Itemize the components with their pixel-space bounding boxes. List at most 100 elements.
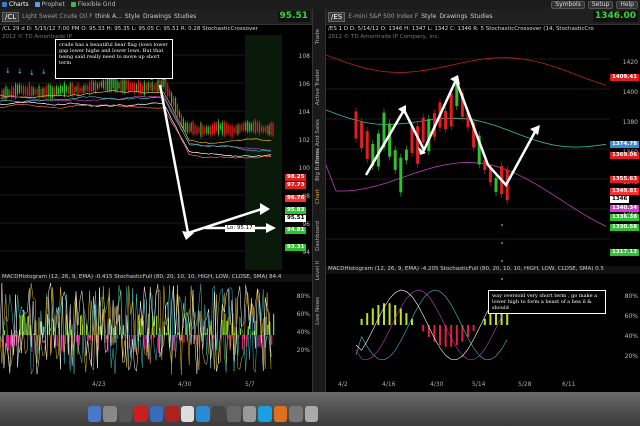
candle xyxy=(135,84,138,91)
candle xyxy=(360,121,364,149)
trash-icon[interactable] xyxy=(304,406,319,422)
side-tab-chart[interactable]: Chart xyxy=(315,189,321,204)
candle xyxy=(77,83,79,97)
histogram-bar xyxy=(33,333,35,335)
app-icon[interactable] xyxy=(180,406,195,422)
candle xyxy=(128,80,130,92)
candle xyxy=(237,125,239,135)
help-button[interactable]: Help xyxy=(616,0,638,9)
side-tab-bar: Trade Active Trader Times And Sales Big … xyxy=(312,9,326,392)
app-icon[interactable] xyxy=(211,406,226,422)
app-icon[interactable] xyxy=(149,406,164,422)
axis-tick: 100 xyxy=(298,165,310,172)
histogram-bar xyxy=(239,328,242,335)
drawings-menu[interactable]: Drawings xyxy=(439,13,467,20)
candle xyxy=(100,82,103,87)
candle xyxy=(93,82,95,90)
firefox-icon[interactable] xyxy=(273,406,288,422)
osc-tick: 40% xyxy=(624,333,638,340)
side-tab-level-ii[interactable]: Level II xyxy=(315,261,321,281)
symbol-input[interactable]: /CL xyxy=(2,11,20,22)
histogram-bar xyxy=(122,325,125,335)
projection-dot xyxy=(501,224,503,226)
globe-icon[interactable] xyxy=(196,406,210,422)
candle xyxy=(118,83,120,88)
pdf-icon[interactable] xyxy=(134,406,148,422)
studies-menu[interactable]: Studies xyxy=(174,13,196,20)
stochastic-line xyxy=(0,282,272,375)
app-icon[interactable] xyxy=(289,406,303,422)
style-menu[interactable]: Style xyxy=(125,13,140,20)
symbol-description: Light Sweet Crude Oil Futu xyxy=(22,13,93,20)
annotation-note: crude has a beautiful bear flag (lows lo… xyxy=(55,39,173,79)
candle xyxy=(59,85,62,94)
axis-tick: 106 xyxy=(298,81,310,88)
tab-charts[interactable]: Charts xyxy=(2,1,29,8)
app-icon[interactable] xyxy=(103,406,117,422)
candle xyxy=(251,124,253,131)
histogram-bar xyxy=(371,308,374,325)
app-icon[interactable] xyxy=(242,406,257,422)
histogram-bar xyxy=(158,335,160,353)
x-tick: 5/14 xyxy=(472,381,486,388)
histogram-bar xyxy=(366,313,369,325)
pdf-icon[interactable] xyxy=(165,406,179,422)
histogram-bar xyxy=(455,325,458,345)
chart-toolbar: /ES E-mini S&P 500 Index Futures (ITM) S… xyxy=(326,9,640,25)
candle xyxy=(147,82,149,91)
oscillator-axis: 80% 60% 40% 20% xyxy=(610,273,640,373)
candle xyxy=(254,120,257,134)
candle xyxy=(260,126,262,132)
app-icon[interactable] xyxy=(118,406,133,422)
osc-tick: 20% xyxy=(624,353,638,360)
osc-tick: 60% xyxy=(296,311,310,318)
price-chart[interactable]: ↓↓↓↓↓↓↓↓↓↓↓↓↓↓ xyxy=(0,35,312,392)
side-tab-active-trader[interactable]: Active Trader xyxy=(315,69,321,105)
candle xyxy=(67,86,69,94)
tab-prophet[interactable]: Prophet xyxy=(34,1,65,8)
price-tag: 97.73 xyxy=(285,182,307,189)
think-button[interactable]: think A... xyxy=(95,13,122,20)
candle xyxy=(192,121,194,135)
setup-button[interactable]: Setup xyxy=(587,0,614,9)
histogram-bar xyxy=(472,325,475,332)
candle xyxy=(225,123,227,134)
candle xyxy=(272,123,274,136)
side-tab-live-news[interactable]: Live News xyxy=(315,297,321,325)
candle xyxy=(69,83,71,95)
side-tab-dashboard[interactable]: Dashboard xyxy=(315,221,321,251)
tab-label: Prophet xyxy=(41,1,65,8)
chart-pane-crude: /CL Light Sweet Crude Oil Futu think A..… xyxy=(0,9,312,392)
style-menu[interactable]: Style xyxy=(421,13,436,20)
oscillator-plot xyxy=(0,282,275,375)
candle xyxy=(266,126,268,134)
side-tab-big-buttons[interactable]: Big Buttons xyxy=(315,149,321,181)
price-chart[interactable] xyxy=(326,35,640,392)
tab-flexible-grid[interactable]: Flexible Grid xyxy=(70,1,115,8)
app-icon[interactable] xyxy=(227,406,241,422)
candle xyxy=(110,77,112,91)
candle xyxy=(200,122,202,137)
candle xyxy=(65,86,67,92)
candle xyxy=(239,124,241,133)
finder-icon[interactable] xyxy=(88,406,102,422)
candle xyxy=(252,121,255,132)
drawings-menu[interactable]: Drawings xyxy=(143,13,171,20)
candle xyxy=(40,88,42,97)
candle xyxy=(264,127,266,132)
candle xyxy=(126,80,128,89)
histogram-bar xyxy=(150,335,152,340)
side-tab-trade[interactable]: Trade xyxy=(315,29,321,44)
candle xyxy=(22,86,25,95)
last-price: 1346.00 xyxy=(593,11,638,22)
studies-menu[interactable]: Studies xyxy=(470,13,492,20)
trading-platform-window: Charts Prophet Flexible Grid Symbols Set… xyxy=(0,0,640,426)
symbols-button[interactable]: Symbols xyxy=(551,0,585,9)
histogram-bar xyxy=(461,325,464,342)
skype-icon[interactable] xyxy=(258,406,272,422)
symbol-input[interactable]: /ES xyxy=(328,11,346,22)
histogram-bar xyxy=(259,335,261,347)
candle xyxy=(91,79,93,92)
candle xyxy=(124,79,126,93)
candle xyxy=(212,125,214,134)
